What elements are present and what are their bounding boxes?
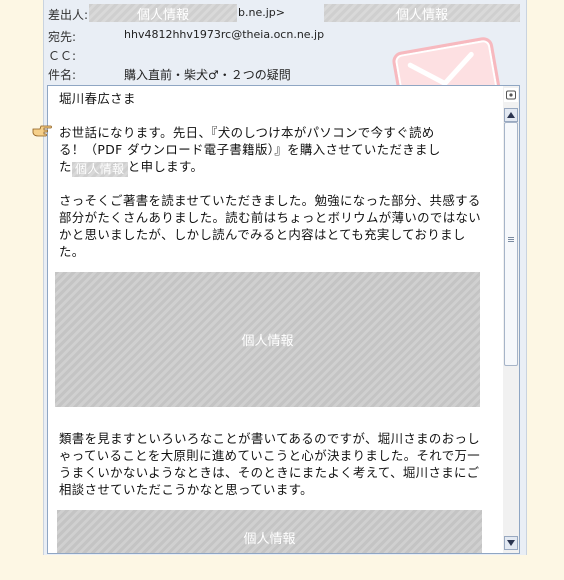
- paragraph-1-line-3: た個人情報 と申します。: [59, 159, 204, 177]
- redacted-block-2: 個人情報: [57, 510, 482, 553]
- pointing-hand-icon: [32, 125, 52, 137]
- greeting: 堀川春広さま: [59, 91, 136, 106]
- paragraph-2: さっそくご著書を読ませていただきました。勉強になった部分、共感する部分がたくさん…: [59, 193, 482, 259]
- redacted-sender-name: 個人情報: [71, 162, 128, 177]
- cc-label: ＣＣ:: [48, 49, 77, 63]
- from-address-tail: b.ne.jp>: [238, 6, 285, 19]
- redacted-from-name: 個人情報: [89, 4, 237, 23]
- to-address[interactable]: hhv4812hhv1973rc@theia.ocn.ne.jp: [124, 28, 324, 41]
- redacted-block-1: 個人情報: [55, 272, 480, 407]
- paragraph-1-line-2: る！（PDF ダウンロード電子書籍版）』を購入させていただきまし: [59, 142, 441, 157]
- paragraph-3: 類書を見ますといろいろなことが書いてあるのですが、堀川さまのおっしゃっていること…: [59, 431, 481, 497]
- paragraph-1: お世話になります。先日、『犬のしつけ本がパソコンで今すぐ読め る！（PDF ダウ…: [59, 124, 491, 177]
- scroll-down-button[interactable]: [504, 536, 518, 550]
- attachment-icon[interactable]: [504, 88, 518, 102]
- scroll-up-button[interactable]: [504, 108, 518, 122]
- redacted-date: 個人情報: [324, 4, 520, 23]
- subject-value: 購入直前・柴犬♂・２つの疑問: [124, 68, 291, 82]
- message-body[interactable]: 堀川春広さま お世話になります。先日、『犬のしつけ本がパソコンで今すぐ読め る！…: [47, 85, 504, 554]
- vertical-scrollbar[interactable]: [503, 85, 520, 554]
- scroll-thumb[interactable]: [504, 122, 518, 366]
- from-label: 差出人:: [48, 8, 89, 22]
- to-label: 宛先:: [48, 30, 77, 44]
- subject-label: 件名:: [48, 68, 77, 82]
- paragraph-1-line-1: お世話になります。先日、『犬のしつけ本がパソコンで今すぐ読め: [59, 125, 435, 140]
